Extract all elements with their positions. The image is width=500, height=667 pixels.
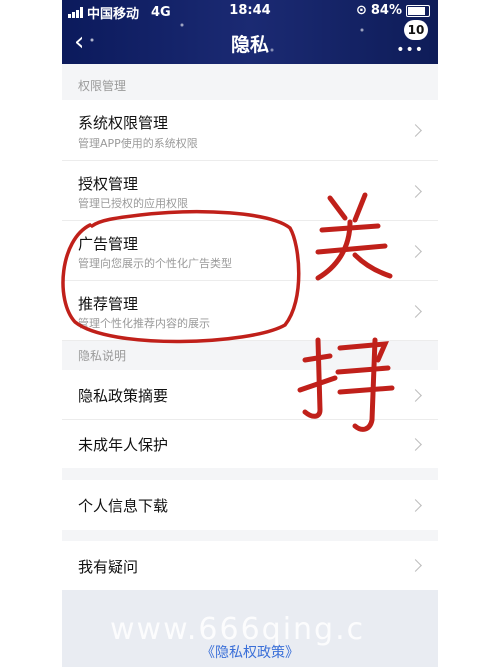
row-info-download[interactable]: 个人信息下载	[62, 480, 438, 530]
battery-percent: 84%	[370, 3, 402, 18]
row-subtitle: 管理个性化推荐内容的展示	[78, 317, 210, 330]
header: 中国移动 4G 18:44 ⊙ 84% ‹ 隐私 10 •••	[62, 0, 438, 64]
row-system-permissions[interactable]: 系统权限管理 管理APP使用的系统权限	[62, 100, 438, 161]
row-title: 我有疑问	[78, 558, 139, 576]
row-title: 未成年人保护	[78, 436, 169, 454]
chevron-right-icon	[409, 245, 422, 258]
row-title: 隐私政策摘要	[78, 387, 169, 405]
chevron-right-icon	[409, 499, 422, 512]
phone-screen: 中国移动 4G 18:44 ⊙ 84% ‹ 隐私 10 ••• 权限管理 系统权…	[62, 0, 438, 667]
row-title: 推荐管理	[78, 295, 139, 313]
chevron-right-icon	[409, 124, 422, 137]
battery-icon	[406, 4, 430, 17]
more-icon[interactable]: •••	[396, 42, 424, 58]
row-title: 个人信息下载	[78, 497, 169, 515]
row-title: 广告管理	[78, 235, 139, 253]
row-minor-protection[interactable]: 未成年人保护	[62, 420, 438, 468]
section-privacy: 隐私说明	[78, 349, 127, 363]
chevron-right-icon	[409, 389, 422, 402]
row-recommend[interactable]: 推荐管理 管理个性化推荐内容的展示	[62, 281, 438, 341]
chevron-right-icon	[409, 438, 422, 451]
row-authorization[interactable]: 授权管理 管理已授权的应用权限	[62, 161, 438, 221]
row-questions[interactable]: 我有疑问	[62, 541, 438, 590]
row-subtitle: 管理APP使用的系统权限	[78, 137, 198, 150]
row-title: 授权管理	[78, 175, 139, 193]
chevron-right-icon	[409, 185, 422, 198]
row-policy-summary[interactable]: 隐私政策摘要	[62, 370, 438, 420]
section-permissions: 权限管理	[78, 79, 127, 93]
watermark: www.666qing.c	[110, 612, 366, 647]
nav-bar: ‹ 隐私 10 •••	[62, 20, 438, 64]
page-title: 隐私	[230, 34, 269, 56]
row-ads[interactable]: 广告管理 管理向您展示的个性化广告类型	[62, 221, 438, 281]
chevron-right-icon	[409, 305, 422, 318]
message-badge[interactable]: 10	[404, 20, 428, 40]
chevron-right-icon	[409, 559, 422, 572]
status-bar: 中国移动 4G 18:44 ⊙ 84%	[62, 0, 438, 22]
row-subtitle: 管理向您展示的个性化广告类型	[78, 257, 232, 270]
row-title: 系统权限管理	[78, 114, 169, 132]
rotation-lock-icon: ⊙	[355, 3, 367, 18]
row-subtitle: 管理已授权的应用权限	[78, 197, 188, 210]
